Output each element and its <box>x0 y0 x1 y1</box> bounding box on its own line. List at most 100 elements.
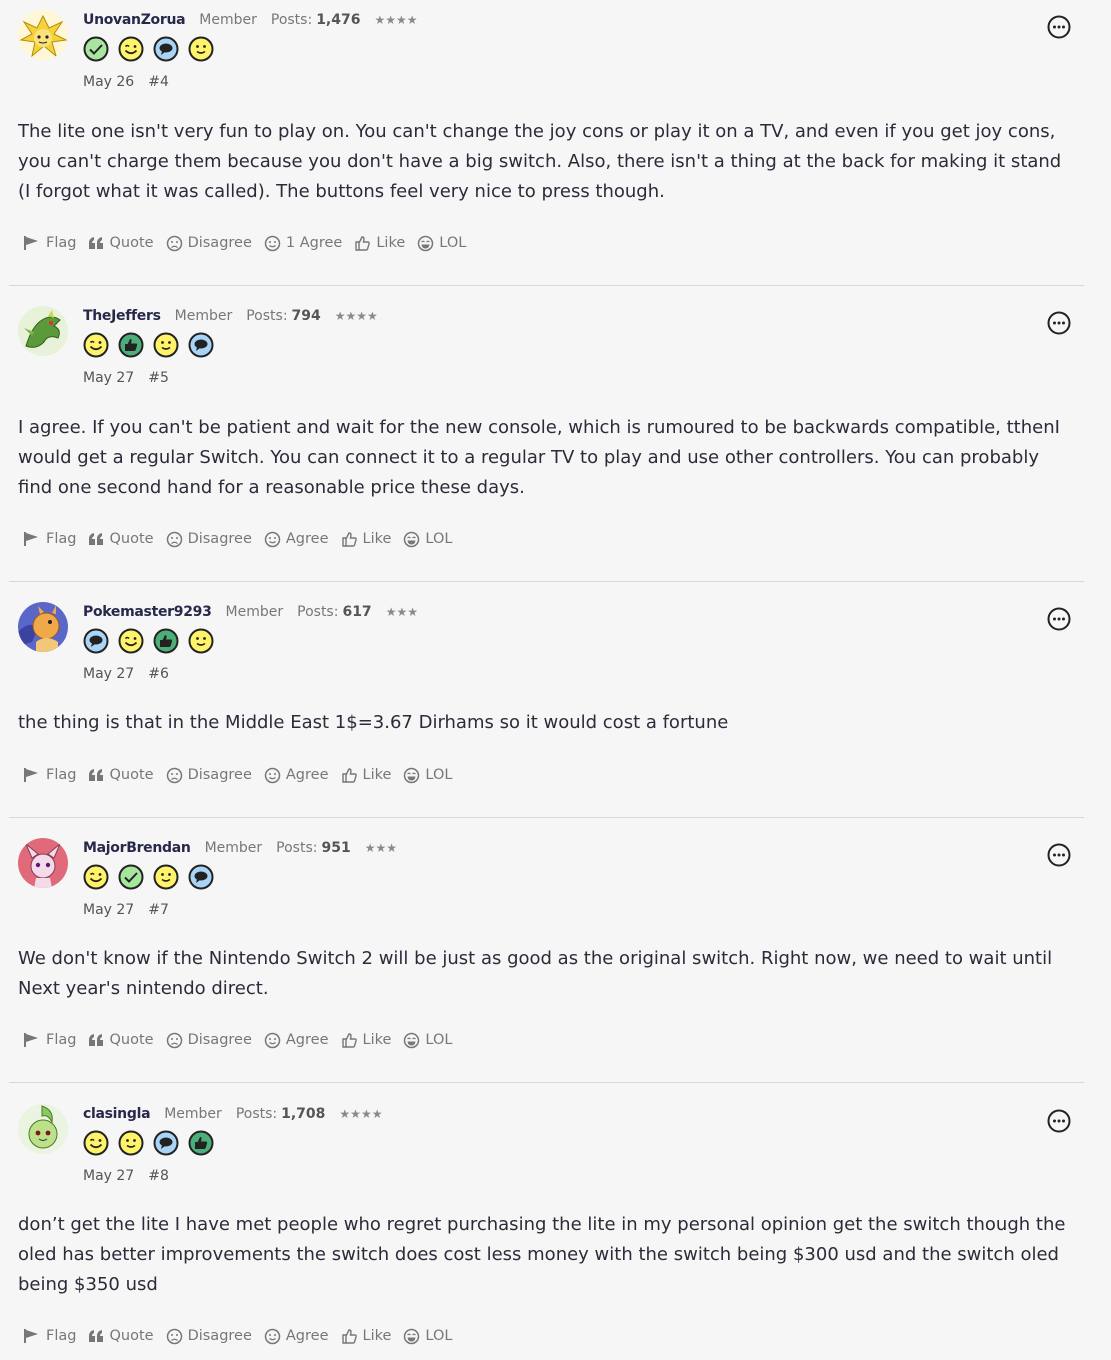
rank-stars: ★★★ <box>385 605 418 619</box>
flag-icon <box>24 768 38 782</box>
quote-button[interactable]: Quote <box>88 767 154 783</box>
more-options-button[interactable] <box>1047 311 1071 335</box>
like-button[interactable]: Like <box>341 1032 391 1049</box>
badge-row <box>83 332 223 358</box>
like-button[interactable]: Like <box>354 235 405 252</box>
speech-bubble-badge-icon <box>188 864 214 890</box>
disagree-button[interactable]: Disagree <box>166 235 252 252</box>
username[interactable]: Pokemaster9293 <box>83 604 212 620</box>
lol-button[interactable]: LOL <box>403 767 452 784</box>
post-body: The lite one isn't very fun to play on. … <box>18 121 1062 202</box>
frown-icon <box>166 235 182 251</box>
agree-button[interactable]: Agree <box>264 531 329 548</box>
speech-bubble-badge-icon <box>153 1130 179 1156</box>
quote-button[interactable]: Quote <box>88 1328 154 1344</box>
quote-button[interactable]: Quote <box>88 531 154 547</box>
flag-icon <box>24 1329 38 1343</box>
post-dateline: May 27 #7 <box>83 902 169 918</box>
like-button[interactable]: Like <box>341 767 391 784</box>
agree-button[interactable]: Agree <box>264 767 329 784</box>
avatar[interactable] <box>18 10 68 60</box>
post-date[interactable]: May 27 <box>83 1168 134 1184</box>
grin-badge-icon <box>83 864 109 890</box>
post-body: I agree. If you can't be patient and wai… <box>18 417 1060 498</box>
frown-icon <box>166 531 182 547</box>
agree-button[interactable]: Agree <box>264 1032 329 1049</box>
frown-icon <box>166 1032 182 1048</box>
flag-button[interactable]: Flag <box>23 235 76 251</box>
post-actions: Flag Quote Disagree Agree Like LOL <box>23 765 464 785</box>
disagree-button[interactable]: Disagree <box>166 531 252 548</box>
laugh-icon <box>404 531 420 547</box>
username[interactable]: TheJeffers <box>83 308 161 324</box>
smile-badge-icon <box>153 332 179 358</box>
post-number[interactable]: #5 <box>148 370 169 386</box>
grin-badge-icon <box>83 332 109 358</box>
username[interactable]: clasingla <box>83 1106 151 1122</box>
post-date[interactable]: May 27 <box>83 370 134 386</box>
lol-button[interactable]: LOL <box>417 235 466 252</box>
post-date[interactable]: May 26 <box>83 74 134 90</box>
flag-button[interactable]: Flag <box>23 531 76 547</box>
posts-count: 951 <box>321 840 351 856</box>
posts-label: Posts: <box>270 12 313 28</box>
posts-label: Posts: <box>235 1106 278 1122</box>
user-role: Member <box>164 1106 222 1122</box>
post-number[interactable]: #6 <box>148 666 169 682</box>
laugh-icon <box>418 235 434 251</box>
username[interactable]: UnovanZorua <box>83 12 186 28</box>
smile-icon <box>264 767 281 783</box>
more-options-button[interactable] <box>1047 1109 1071 1133</box>
laugh-icon <box>404 767 420 783</box>
more-options-button[interactable] <box>1047 15 1071 39</box>
like-button[interactable]: Like <box>341 531 391 548</box>
more-options-button[interactable] <box>1047 843 1071 867</box>
laugh-icon <box>404 1328 420 1344</box>
flag-button[interactable]: Flag <box>23 767 76 783</box>
posts-count: 794 <box>291 308 321 324</box>
disagree-button[interactable]: Disagree <box>166 1328 252 1345</box>
quote-icon <box>89 769 104 781</box>
smile-badge-icon <box>188 36 214 62</box>
thumbs-up-badge-icon <box>188 1130 214 1156</box>
disagree-button[interactable]: Disagree <box>166 767 252 784</box>
smile-badge-icon <box>188 628 214 654</box>
grin-badge-icon <box>83 1130 109 1156</box>
rank-stars: ★★★★ <box>339 1107 383 1121</box>
post-number[interactable]: #4 <box>148 74 169 90</box>
grin-badge-icon <box>118 628 144 654</box>
more-options-button[interactable] <box>1047 607 1071 631</box>
speech-bubble-badge-icon <box>83 628 109 654</box>
quote-button[interactable]: Quote <box>88 1032 154 1048</box>
post-number[interactable]: #8 <box>148 1168 169 1184</box>
username[interactable]: MajorBrendan <box>83 840 191 856</box>
disagree-button[interactable]: Disagree <box>166 1032 252 1049</box>
thumbs-up-icon <box>341 1032 357 1048</box>
posts-count: 617 <box>342 604 372 620</box>
flag-button[interactable]: Flag <box>23 1328 76 1344</box>
post-date[interactable]: May 27 <box>83 902 134 918</box>
post-number[interactable]: #7 <box>148 902 169 918</box>
posts-count: 1,708 <box>281 1106 326 1122</box>
agree-button[interactable]: 1 Agree <box>264 235 342 252</box>
lol-button[interactable]: LOL <box>403 531 452 548</box>
post-dateline: May 27 #5 <box>83 370 169 386</box>
like-button[interactable]: Like <box>341 1328 391 1345</box>
agree-button[interactable]: Agree <box>264 1328 329 1345</box>
lol-button[interactable]: LOL <box>403 1032 452 1049</box>
post-body: don’t get the lite I have met people who… <box>18 1214 1066 1295</box>
badge-row <box>83 864 223 890</box>
laugh-icon <box>404 1032 420 1048</box>
speech-bubble-badge-icon <box>153 36 179 62</box>
avatar[interactable] <box>18 602 68 652</box>
flag-icon <box>24 532 38 546</box>
post-date[interactable]: May 27 <box>83 666 134 682</box>
quote-button[interactable]: Quote <box>88 235 154 251</box>
lol-button[interactable]: LOL <box>403 1328 452 1345</box>
post-meta: Pokemaster9293 Member Posts: 617 ★★★ <box>83 604 418 626</box>
avatar[interactable] <box>18 1104 68 1154</box>
avatar[interactable] <box>18 838 68 888</box>
avatar[interactable] <box>18 306 68 356</box>
smile-icon <box>264 1328 281 1344</box>
flag-button[interactable]: Flag <box>23 1032 76 1048</box>
